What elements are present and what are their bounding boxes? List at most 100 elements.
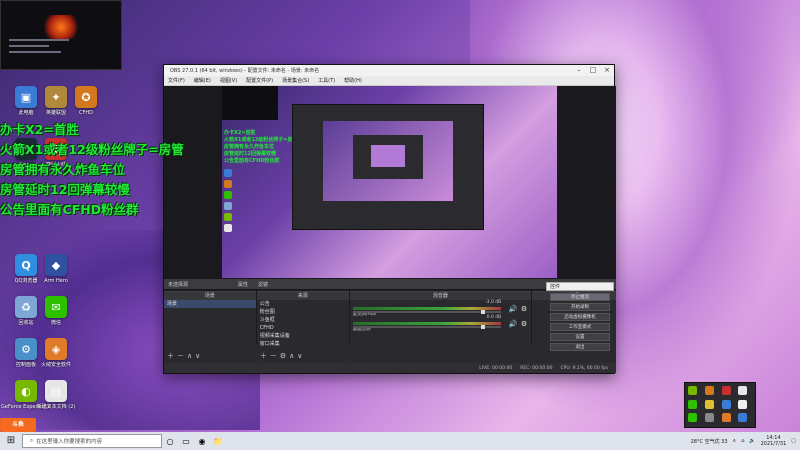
obs-tray-icon[interactable]: [704, 386, 714, 395]
live-time: LIVE: 00:00:00: [479, 365, 513, 371]
qq-browser-icon: Q: [15, 254, 37, 276]
mixer-track-mic: 麦克风/Aux -3.0 dB 🔊 ⚙: [350, 300, 532, 317]
studio-mode-button[interactable]: 工作室模式: [550, 323, 610, 331]
desktop-icon[interactable]: ✉ 微信: [36, 296, 76, 326]
clock[interactable]: 14:14 2021/7/31: [761, 435, 787, 447]
controls-header: 控件: [546, 282, 614, 291]
properties-button[interactable]: 属性: [238, 281, 248, 288]
sources-dock: 来源 公告 粉丝图 斗鱼框 CFHD 视频采集设备 窗口采集 ＋－⚙∧∨: [256, 291, 349, 363]
track-db: -3.0 dB: [485, 300, 502, 305]
settings-tray-icon[interactable]: [704, 413, 714, 423]
security-tray-icon[interactable]: [688, 413, 697, 423]
start-recording-button[interactable]: 开始录制: [550, 303, 610, 311]
source-item[interactable]: 视频采集设备: [257, 332, 349, 340]
bluetooth-tray-icon[interactable]: [721, 399, 731, 409]
nvidia-tray-icon[interactable]: [688, 386, 697, 395]
cfhd-icon: ✪: [75, 86, 97, 108]
source-item[interactable]: CFHD: [257, 324, 349, 332]
text-file-icon: ▤: [45, 380, 67, 402]
source-item[interactable]: 粉丝图: [257, 308, 349, 316]
close-icon[interactable]: ×: [600, 65, 614, 76]
mirror-thumbnail: [222, 86, 278, 120]
volume-icon[interactable]: 🔈: [749, 438, 755, 444]
arm-hero-icon: ◆: [45, 254, 67, 276]
exit-button[interactable]: 退出: [550, 343, 610, 351]
track-db: 0.0 dB: [486, 315, 502, 320]
gear-icon[interactable]: ⚙: [521, 320, 527, 328]
task-view-icon[interactable]: ▭: [178, 432, 194, 450]
fader-knob[interactable]: [480, 310, 485, 314]
explorer-taskbar-icon[interactable]: 📁: [210, 432, 226, 450]
gear-icon[interactable]: ⚙: [521, 305, 527, 313]
tray-overflow-flyout: [684, 382, 756, 428]
scenes-header: 场景: [164, 292, 256, 300]
obs-taskbar-icon[interactable]: ◉: [194, 432, 210, 450]
menu-tools[interactable]: 工具(T): [318, 77, 335, 84]
speaker-icon[interactable]: 🔊: [508, 320, 517, 328]
obs-menubar: 文件(F) 编辑(E) 视图(V) 配置文件(P) 场景集合(S) 工具(T) …: [164, 76, 614, 86]
usb-tray-icon[interactable]: [738, 386, 748, 395]
desktop-icon-label: 火绒安全软件: [40, 362, 71, 368]
douyu-logo: 斗鱼: [0, 418, 36, 432]
menu-scene-collection[interactable]: 场景集合(S): [282, 77, 309, 84]
network-icon[interactable]: ⌂: [741, 438, 744, 444]
scenes-dock: 场景 场景 ＋－∧∨: [164, 291, 256, 363]
speaker-icon[interactable]: 🔊: [508, 305, 517, 313]
app-tray-icon[interactable]: [721, 386, 731, 395]
start-button[interactable]: ⊞: [0, 432, 22, 450]
volume-meter: [352, 322, 501, 325]
nested-obs-window: [292, 104, 484, 230]
game-preview-thumbnail: [0, 0, 122, 70]
stop-streaming-button[interactable]: 停止推流: [550, 293, 610, 301]
scene-item[interactable]: 场景: [164, 300, 256, 308]
notification-icon[interactable]: ▢: [791, 438, 796, 444]
geforce-icon: ◐: [15, 380, 37, 402]
desktop-icon-label: 此电脑: [18, 110, 34, 116]
desktop-icon[interactable]: ▤ 新建文本文档 (2): [36, 380, 76, 410]
qq-tray-icon[interactable]: [738, 413, 748, 423]
huorong-tray-icon[interactable]: [721, 413, 731, 423]
maximize-icon[interactable]: □: [586, 65, 600, 76]
desktop-icon-label: 新建文本文档 (2): [36, 404, 76, 410]
controls-panel: 控件 停止推流 开始录制 启动虚拟摄像机 工作室模式 设置 退出: [546, 282, 614, 351]
menu-help[interactable]: 帮助(H): [344, 77, 362, 84]
wechat-icon: ✉: [45, 296, 67, 318]
settings-button[interactable]: 设置: [550, 333, 610, 341]
source-item[interactable]: 公告: [257, 300, 349, 308]
volume-fader[interactable]: [352, 326, 501, 328]
volume-fader[interactable]: [352, 311, 501, 313]
device-tray-icon[interactable]: [738, 399, 748, 409]
menu-profile[interactable]: 配置文件(P): [246, 77, 273, 84]
mixer-track-desktop: 桌面音频 0.0 dB 🔊 ⚙: [350, 315, 532, 332]
menu-file[interactable]: 文件(F): [168, 77, 185, 84]
filters-button[interactable]: 滤镜: [258, 281, 268, 288]
taskbar: ⊞ ⌕ 在这里输入你要搜索的内容 ○ ▭ ◉ 📁 28°C 空气优 33 ∧ ⌂…: [0, 432, 800, 450]
source-controls[interactable]: ＋－⚙∧∨: [260, 351, 306, 361]
desktop-icon[interactable]: ◆ Arm Hero: [36, 254, 76, 284]
menu-edit[interactable]: 编辑(E): [194, 77, 211, 84]
menu-view[interactable]: 视图(V): [220, 77, 237, 84]
fader-knob[interactable]: [480, 325, 485, 329]
minimize-icon[interactable]: –: [572, 65, 586, 76]
wechat-tray-icon[interactable]: [688, 399, 697, 409]
scene-controls[interactable]: ＋－∧∨: [167, 351, 203, 361]
recycle-bin-icon: ♻: [15, 296, 37, 318]
folder-tray-icon[interactable]: [704, 399, 714, 409]
task-view-icon[interactable]: ○: [162, 432, 178, 450]
desktop-icon-label: Arm Hero: [44, 278, 68, 284]
huorong-icon: ◈: [45, 338, 67, 360]
stream-overlay-text: 办卡X2=首胜 火箭X1或者12级粉丝牌子=房管 房管拥有永久炸鱼车位 房管延时…: [0, 120, 230, 220]
preview-canvas[interactable]: 办卡X2=首胜 火箭X1或者12级粉丝牌子=房管 房管拥有永久炸鱼车位 房管延时…: [222, 86, 557, 278]
obs-titlebar[interactable]: OBS 27.0.1 (64 bit, windows) - 配置文件: 未命名…: [164, 65, 614, 76]
virtual-camera-button[interactable]: 启动虚拟摄像机: [550, 313, 610, 321]
source-item[interactable]: 斗鱼框: [257, 316, 349, 324]
control-panel-icon: ⚙: [15, 338, 37, 360]
rec-time: REC: 00:00:00: [520, 365, 553, 371]
source-item[interactable]: 窗口采集: [257, 340, 349, 348]
chevron-up-icon[interactable]: ∧: [733, 438, 737, 444]
overlay-line: 火箭X1或者12级粉丝牌子=房管: [0, 142, 184, 157]
desktop-icon[interactable]: ◈ 火绒安全软件: [36, 338, 76, 368]
weather-widget[interactable]: 28°C 空气优 33: [691, 438, 728, 445]
taskbar-search[interactable]: ⌕ 在这里输入你要搜索的内容: [22, 434, 162, 448]
desktop-icon[interactable]: ✪ CFHD: [66, 86, 106, 116]
